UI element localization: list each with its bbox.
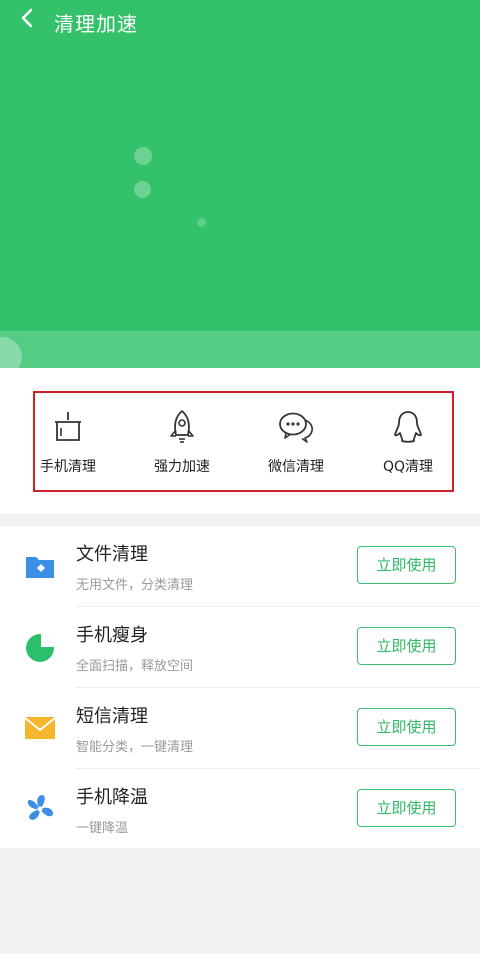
- bubble-decoration: [134, 147, 152, 165]
- use-now-button[interactable]: 立即使用: [357, 708, 456, 746]
- list-item-phone-cool[interactable]: 手机降温 一键降温 立即使用: [0, 769, 480, 850]
- item-subtitle: 全面扫描，释放空间: [76, 659, 194, 674]
- use-now-button[interactable]: 立即使用: [357, 789, 456, 827]
- list-item-file-clean[interactable]: 文件清理 无用文件，分类清理 立即使用: [0, 526, 480, 607]
- hero-banner: 清理加速: [0, 0, 480, 368]
- quick-action-wechat-clean[interactable]: 微信清理: [241, 408, 351, 478]
- bubble-decoration: [197, 218, 206, 227]
- hero-band: [0, 331, 480, 368]
- item-subtitle: 一键降温: [76, 821, 129, 836]
- chevron-left-icon: [21, 8, 33, 28]
- envelope-icon: [24, 717, 56, 739]
- quick-action-label: 微信清理: [268, 459, 324, 475]
- item-title: 短信清理: [76, 706, 148, 727]
- item-subtitle: 无用文件，分类清理: [76, 578, 194, 593]
- quick-action-label: 手机清理: [40, 459, 96, 475]
- item-title: 手机瘦身: [76, 625, 148, 646]
- item-subtitle: 智能分类，一键清理: [76, 740, 194, 755]
- quick-action-qq-clean[interactable]: QQ清理: [353, 408, 463, 478]
- pie-chart-icon: [26, 634, 54, 662]
- quick-action-boost[interactable]: 强力加速: [127, 408, 237, 478]
- quick-action-phone-clean[interactable]: 手机清理: [13, 408, 123, 478]
- fan-icon: [27, 795, 53, 820]
- page-title: 清理加速: [54, 12, 138, 36]
- rocket-icon: [170, 410, 194, 443]
- qq-penguin-icon: [394, 411, 422, 443]
- list-item-sms-clean[interactable]: 短信清理 智能分类，一键清理 立即使用: [0, 688, 480, 769]
- use-now-button[interactable]: 立即使用: [357, 627, 456, 665]
- item-title: 文件清理: [76, 544, 148, 565]
- back-button[interactable]: [16, 6, 40, 30]
- list-item-phone-slim[interactable]: 手机瘦身 全面扫描，释放空间 立即使用: [0, 607, 480, 688]
- folder-icon: [26, 557, 54, 578]
- wechat-icon: [279, 412, 313, 443]
- bubble-decoration: [134, 181, 151, 198]
- phone-clean-icon: [55, 412, 81, 441]
- quick-action-label: QQ清理: [382, 459, 434, 475]
- quick-action-label: 强力加速: [154, 459, 210, 475]
- top-bar: 清理加速: [0, 0, 480, 40]
- use-now-button[interactable]: 立即使用: [357, 546, 456, 584]
- item-title: 手机降温: [76, 787, 148, 808]
- tool-list: 文件清理 无用文件，分类清理 立即使用 手机瘦身 全面扫描，释放空间 立即使用 …: [0, 526, 480, 848]
